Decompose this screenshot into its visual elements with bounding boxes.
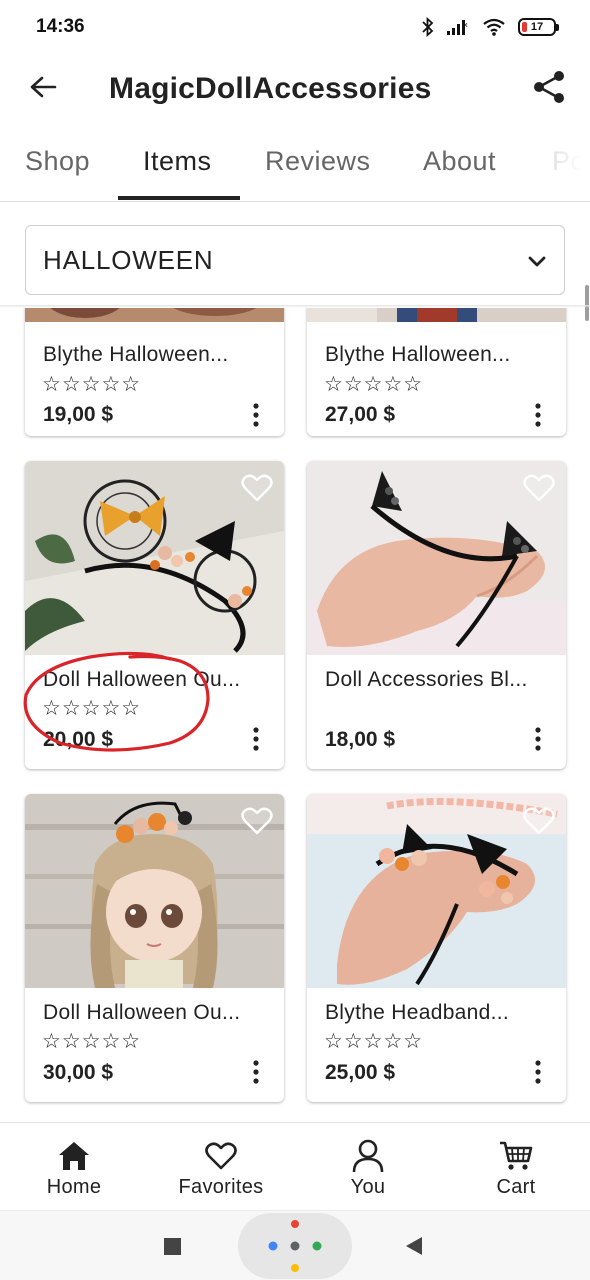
product-card[interactable]: Doll Accessories Bl... 18,00 $	[307, 461, 566, 769]
more-vert-icon	[253, 403, 259, 427]
product-price: 27,00 $	[325, 403, 396, 426]
recents-button[interactable]	[164, 1238, 181, 1255]
home-icon	[57, 1139, 91, 1173]
heart-outline-icon	[523, 474, 555, 502]
wifi-icon	[483, 18, 505, 36]
battery-level: 17	[530, 21, 544, 33]
product-image	[25, 308, 284, 322]
heart-outline-icon	[241, 807, 273, 835]
product-title: Doll Halloween Ou...	[43, 1001, 241, 1024]
chevron-down-icon	[528, 256, 546, 267]
product-image	[307, 794, 566, 988]
product-image	[25, 461, 284, 655]
more-options-button[interactable]	[528, 400, 548, 430]
product-card[interactable]: Doll Halloween Ou... ☆☆☆☆☆ 20,00 $	[25, 461, 284, 769]
product-card[interactable]: Doll Halloween Ou... ☆☆☆☆☆ 30,00 $	[25, 794, 284, 1102]
product-grid: Blythe Halloween... ☆☆☆☆☆ 19,00 $ Blythe…	[0, 308, 590, 1122]
status-time: 14:36	[36, 16, 85, 37]
heart-outline-icon	[523, 807, 555, 835]
product-card[interactable]: Blythe Halloween... ☆☆☆☆☆ 27,00 $	[307, 308, 566, 436]
section-dropdown-value: HALLOWEEN	[43, 245, 214, 275]
nav-favorites[interactable]: Favorites	[161, 1123, 281, 1211]
rating-stars: ☆☆☆☆☆	[42, 697, 142, 720]
more-options-button[interactable]	[528, 724, 548, 754]
favorite-button[interactable]	[522, 471, 556, 505]
svg-text:x: x	[464, 22, 468, 29]
arrow-left-icon	[30, 76, 57, 98]
nav-favorites-label: Favorites	[178, 1176, 264, 1198]
more-vert-icon	[253, 1060, 259, 1084]
tab-reviews[interactable]: Reviews	[265, 146, 371, 177]
signal-icon: x	[447, 20, 468, 35]
tab-about[interactable]: About	[423, 146, 496, 177]
back-triangle-icon[interactable]	[404, 1235, 424, 1257]
favorite-button[interactable]	[522, 804, 556, 838]
more-options-button[interactable]	[246, 1057, 266, 1087]
heart-outline-icon	[241, 474, 273, 502]
product-image	[307, 461, 566, 655]
product-price: 20,00 $	[43, 728, 114, 751]
product-title: Doll Halloween Ou...	[43, 668, 241, 691]
assistant-dots-icon	[268, 1220, 322, 1272]
tab-items[interactable]: Items	[143, 146, 212, 177]
more-vert-icon	[535, 1060, 541, 1084]
nav-you-label: You	[350, 1176, 386, 1198]
section-dropdown[interactable]: HALLOWEEN	[25, 225, 565, 295]
back-button[interactable]	[22, 66, 64, 108]
product-price: 30,00 $	[43, 1061, 114, 1084]
cart-icon	[499, 1139, 533, 1173]
more-vert-icon	[535, 403, 541, 427]
more-options-button[interactable]	[246, 400, 266, 430]
product-title: Blythe Halloween...	[43, 343, 229, 366]
product-card[interactable]: Blythe Halloween... ☆☆☆☆☆ 19,00 $	[25, 308, 284, 436]
nav-cart-label: Cart	[496, 1176, 536, 1198]
shop-tabs: Shop Items Reviews About Po	[0, 126, 590, 202]
nav-home-label: Home	[46, 1176, 102, 1198]
status-bar: 14:36 x 17	[0, 0, 590, 56]
product-price: 18,00 $	[325, 728, 396, 751]
more-options-button[interactable]	[246, 724, 266, 754]
rating-stars: ☆☆☆☆☆	[324, 1030, 424, 1053]
heart-icon	[204, 1139, 238, 1173]
product-title: Blythe Headband...	[325, 1001, 510, 1024]
favorite-button[interactable]	[240, 804, 274, 838]
app-bar: MagicDollAccessories	[0, 56, 590, 126]
more-vert-icon	[535, 727, 541, 751]
battery-icon: 17	[518, 18, 559, 36]
bottom-navigation: Home Favorites You Cart	[0, 1122, 590, 1210]
product-image	[25, 794, 284, 988]
more-options-button[interactable]	[528, 1057, 548, 1087]
rating-stars: ☆☆☆☆☆	[42, 373, 142, 396]
status-icons: x 17	[422, 16, 559, 38]
rating-stars: ☆☆☆☆☆	[42, 1030, 142, 1053]
product-image	[307, 308, 566, 322]
product-title: Blythe Halloween...	[325, 343, 511, 366]
assistant-home-button[interactable]	[238, 1213, 352, 1279]
favorite-button[interactable]	[240, 471, 274, 505]
person-icon	[351, 1139, 385, 1173]
product-title: Doll Accessories Bl...	[325, 668, 528, 691]
nav-home[interactable]: Home	[14, 1123, 134, 1211]
product-card[interactable]: Blythe Headband... ☆☆☆☆☆ 25,00 $	[307, 794, 566, 1102]
bluetooth-icon	[422, 17, 434, 37]
nav-you[interactable]: You	[308, 1123, 428, 1211]
more-vert-icon	[253, 727, 259, 751]
share-button[interactable]	[526, 64, 572, 110]
system-navigation	[0, 1210, 590, 1280]
tab-shop[interactable]: Shop	[25, 146, 90, 177]
share-icon	[534, 71, 564, 103]
nav-cart[interactable]: Cart	[456, 1123, 576, 1211]
shop-title: MagicDollAccessories	[109, 72, 432, 105]
rating-stars: ☆☆☆☆☆	[324, 373, 424, 396]
active-tab-indicator	[118, 196, 240, 200]
product-price: 19,00 $	[43, 403, 114, 426]
product-price: 25,00 $	[325, 1061, 396, 1084]
